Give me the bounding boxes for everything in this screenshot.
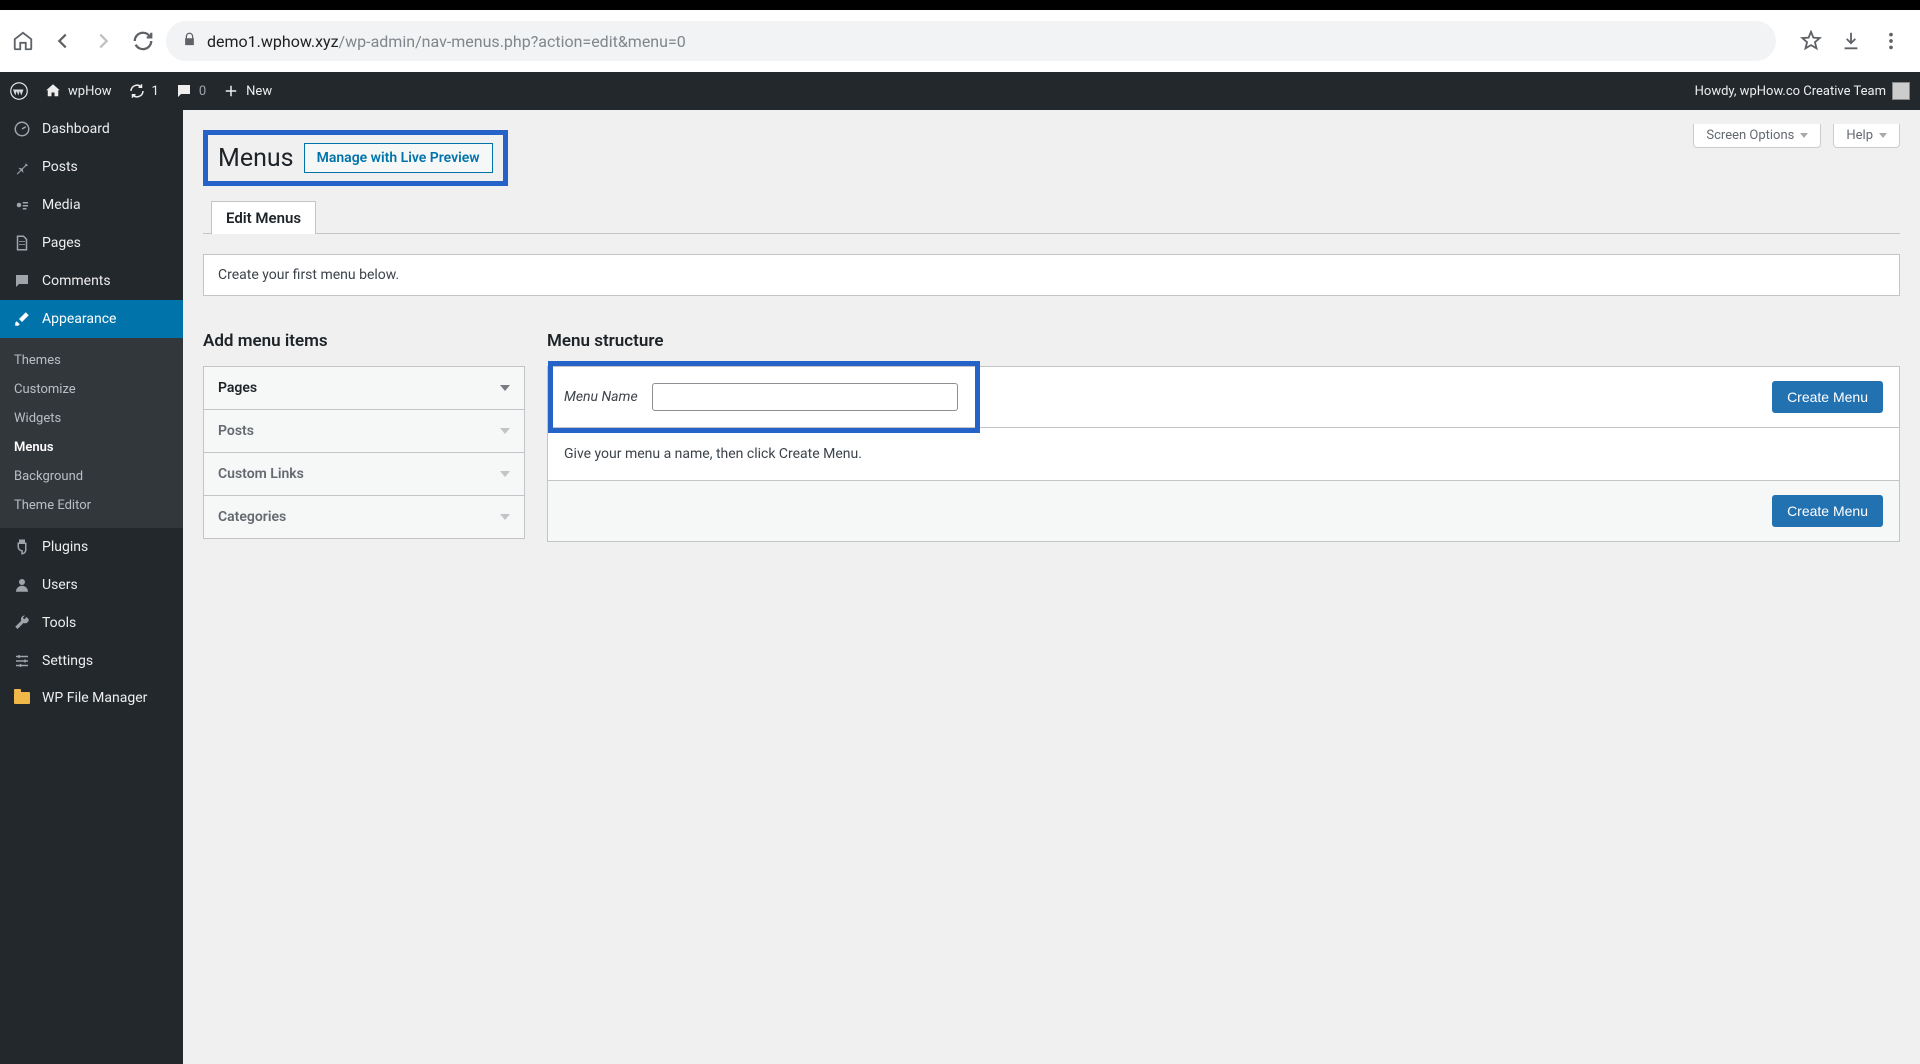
page-title: Menus — [218, 144, 294, 173]
menu-name-input[interactable] — [652, 383, 958, 411]
sidebar-item-media[interactable]: Media — [0, 186, 183, 224]
folder-icon — [12, 692, 32, 704]
create-menu-button-bottom[interactable]: Create Menu — [1772, 495, 1883, 527]
url-text: demo1.wphow.xyz/wp-admin/nav-menus.php?a… — [207, 32, 686, 51]
sidebar-item-tools[interactable]: Tools — [0, 604, 183, 642]
download-icon[interactable] — [1840, 30, 1862, 52]
star-icon[interactable] — [1800, 30, 1822, 52]
accordion-posts[interactable]: Posts — [204, 410, 524, 453]
plug-icon — [12, 538, 32, 556]
screen-options-tab[interactable]: Screen Options — [1693, 124, 1821, 148]
menu-name-label: Menu Name — [564, 389, 638, 405]
sidebar-item-pages[interactable]: Pages — [0, 224, 183, 262]
accordion-pages[interactable]: Pages — [204, 367, 524, 410]
chevron-down-icon — [500, 385, 510, 391]
page-icon — [12, 234, 32, 252]
appearance-submenu: Themes Customize Widgets Menus Backgroun… — [0, 338, 183, 528]
menu-dots-icon[interactable] — [1880, 30, 1902, 52]
sidebar-item-file-manager[interactable]: WP File Manager — [0, 680, 183, 716]
new-link[interactable]: New — [222, 82, 272, 100]
help-tab[interactable]: Help — [1833, 124, 1900, 148]
back-icon[interactable] — [52, 30, 74, 52]
wrench-icon — [12, 614, 32, 632]
submenu-item-customize[interactable]: Customize — [0, 375, 183, 404]
page-heading-highlight: Menus Manage with Live Preview — [203, 130, 508, 186]
menu-structure-heading: Menu structure — [547, 331, 1900, 351]
manage-live-preview-button[interactable]: Manage with Live Preview — [304, 143, 493, 173]
menu-instructions: Give your menu a name, then click Create… — [548, 428, 1899, 481]
forward-icon — [92, 30, 114, 52]
chevron-down-icon — [500, 514, 510, 520]
comments-link[interactable]: 0 — [175, 82, 206, 100]
sidebar-item-plugins[interactable]: Plugins — [0, 528, 183, 566]
sidebar-item-appearance[interactable]: Appearance — [0, 300, 183, 338]
browser-toolbar: demo1.wphow.xyz/wp-admin/nav-menus.php?a… — [0, 10, 1920, 72]
create-menu-button-top[interactable]: Create Menu — [1772, 381, 1883, 413]
add-items-heading: Add menu items — [203, 331, 525, 351]
wp-logo[interactable] — [10, 82, 28, 100]
accordion-custom-links[interactable]: Custom Links — [204, 453, 524, 496]
chevron-down-icon — [1879, 133, 1887, 138]
reload-icon[interactable] — [132, 30, 154, 52]
howdy-user[interactable]: Howdy, wpHow.co Creative Team — [1695, 82, 1910, 100]
nav-tabs: Edit Menus — [203, 201, 1900, 234]
media-icon — [12, 196, 32, 214]
sidebar-item-users[interactable]: Users — [0, 566, 183, 604]
sidebar-item-posts[interactable]: Posts — [0, 148, 183, 186]
wp-admin-bar: wpHow 1 0 New Howdy, wpHow.co Creative T… — [0, 72, 1920, 110]
chevron-down-icon — [1800, 133, 1808, 138]
menu-edit-panel: Menu Name Create Menu Give your menu a n… — [547, 366, 1900, 542]
url-bar[interactable]: demo1.wphow.xyz/wp-admin/nav-menus.php?a… — [166, 21, 1776, 61]
brush-icon — [12, 310, 32, 328]
user-icon — [12, 576, 32, 594]
submenu-item-themes[interactable]: Themes — [0, 346, 183, 375]
notice: Create your first menu below. — [203, 254, 1900, 296]
chevron-down-icon — [500, 471, 510, 477]
lock-icon — [182, 32, 197, 51]
comment-icon — [12, 272, 32, 290]
site-link[interactable]: wpHow — [44, 82, 112, 100]
admin-sidebar: Dashboard Posts Media Pages Comments App… — [0, 110, 183, 1064]
accordion: Pages Posts Custom Links Categories — [203, 366, 525, 539]
sliders-icon — [12, 652, 32, 670]
submenu-item-widgets[interactable]: Widgets — [0, 404, 183, 433]
accordion-categories[interactable]: Categories — [204, 496, 524, 538]
chevron-down-icon — [500, 428, 510, 434]
tab-edit-menus[interactable]: Edit Menus — [211, 201, 316, 234]
submenu-item-background[interactable]: Background — [0, 462, 183, 491]
sidebar-item-dashboard[interactable]: Dashboard — [0, 110, 183, 148]
updates-link[interactable]: 1 — [128, 82, 159, 100]
sidebar-item-settings[interactable]: Settings — [0, 642, 183, 680]
submenu-item-theme-editor[interactable]: Theme Editor — [0, 491, 183, 520]
menu-name-highlight: Menu Name — [564, 383, 958, 411]
sidebar-item-comments[interactable]: Comments — [0, 262, 183, 300]
home-icon[interactable] — [12, 30, 34, 52]
submenu-item-menus[interactable]: Menus — [0, 433, 183, 462]
avatar — [1892, 82, 1910, 100]
gauge-icon — [12, 120, 32, 138]
pin-icon — [12, 158, 32, 176]
